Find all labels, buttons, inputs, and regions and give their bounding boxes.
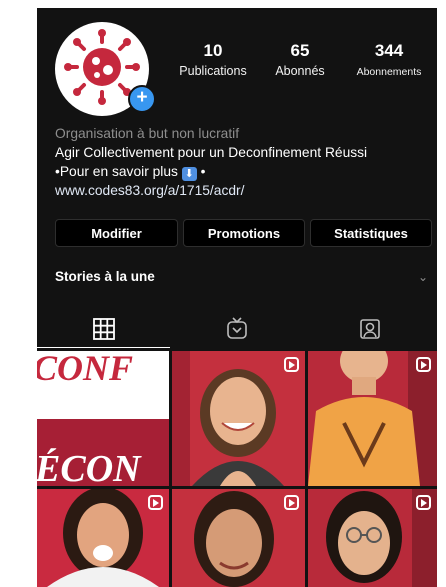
reel-icon [284,357,299,372]
chevron-down-icon[interactable]: ⌄ [418,270,428,284]
add-story-badge[interactable]: + [128,85,156,113]
following-count-value: 344 [374,41,404,60]
posts-grid: CONF ÉCON [37,351,437,587]
following-count[interactable]: 344 Abonnements [346,41,432,78]
tagged-icon [360,319,380,339]
post-thumbnail[interactable] [308,489,437,587]
promotions-button[interactable]: Promotions [183,219,305,247]
tab-posts-grid[interactable] [37,309,170,349]
tab-igtv[interactable] [170,309,303,349]
bio-line-text: •Pour en savoir plus [55,164,178,179]
followers-count-label: Abonnés [275,64,325,78]
banner-text: ÉCON [37,448,141,490]
edit-profile-button[interactable]: Modifier [55,219,178,247]
profile-tabs [37,309,437,349]
following-count-label: Abonnements [356,66,422,78]
posts-count-label: Publications [179,64,247,78]
igtv-icon [227,317,247,339]
active-tab-indicator [37,347,170,348]
bio-category: Organisation à but non lucratif [55,126,240,141]
grid-icon [93,318,115,340]
banner-text: CONF [37,351,134,388]
profile-screen: + 10 Publications 65 Abonnés 344 Abonnem… [37,8,437,587]
profile-bio: Organisation à but non lucratif Agir Col… [55,124,430,200]
reel-icon [284,495,299,510]
reel-icon [416,495,431,510]
reel-icon [148,495,163,510]
bio-line: •Pour en savoir plus ⬇ • [55,162,430,181]
posts-count-value: 10 [203,41,223,60]
followers-count[interactable]: 65 Abonnés [265,41,335,78]
down-arrow-icon: ⬇ [181,167,197,181]
bio-name: Agir Collectivement pour un Deconfinemen… [55,145,368,160]
post-thumbnail[interactable] [37,489,169,587]
followers-count-value: 65 [290,41,310,60]
bio-link[interactable]: www.codes83.org/a/1715/acdr/ [55,181,430,200]
post-thumbnail[interactable] [172,489,305,587]
reel-icon [148,357,163,372]
story-highlights-label[interactable]: Stories à la une [55,269,155,284]
post-thumbnail[interactable] [172,351,305,486]
reel-icon [416,357,431,372]
posts-count[interactable]: 10 Publications [170,41,256,78]
bio-line-suffix: • [200,164,206,179]
insights-button[interactable]: Statistiques [310,219,432,247]
tab-tagged[interactable] [303,309,436,349]
post-thumbnail[interactable] [308,351,437,486]
